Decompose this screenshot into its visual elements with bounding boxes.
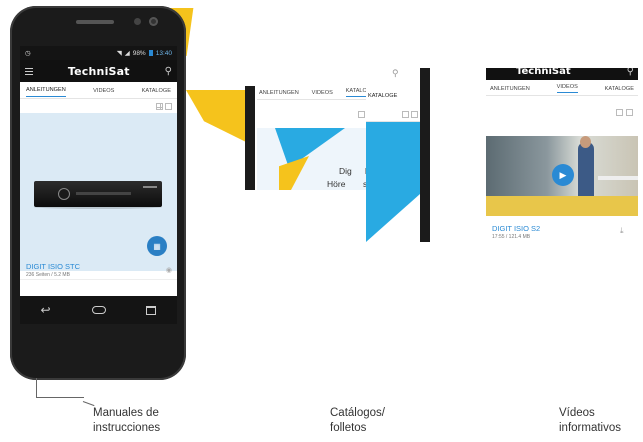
list-view-icon[interactable]	[626, 109, 633, 116]
video-screen-fragment: TechniSat ⚲ ANLEITUNGEN VIDEOS KATALOGE …	[486, 68, 638, 242]
video-app-bar: TechniSat ⚲	[486, 68, 638, 80]
receiver-device-image	[34, 181, 162, 207]
video-thumbnail[interactable]: ▶	[486, 136, 638, 216]
video-phone-bezel	[420, 68, 430, 242]
clock: 13:40	[155, 49, 172, 57]
signal-icon: ◢	[124, 50, 130, 57]
catalog-phone-bezel	[245, 86, 255, 190]
tab-videos[interactable]: VIDEOS	[312, 90, 333, 96]
caption-manuals: Manuales de instrucciones	[93, 407, 161, 434]
earpiece-speaker	[76, 20, 114, 24]
grid-view-icon[interactable]	[402, 111, 409, 118]
catalog-headline-1: Dig	[339, 166, 352, 176]
grid-view-icon[interactable]	[358, 111, 365, 118]
search-icon[interactable]: ⚲	[392, 68, 399, 79]
main-phone: ◷ ◥ ◢ 98% 13:40 TechniSat ⚲ ANLEITUNGEN …	[10, 6, 186, 380]
view-toggle-bar	[20, 99, 177, 113]
navigation-bar: ↩	[20, 296, 177, 324]
home-icon[interactable]	[91, 306, 106, 314]
brand-logo: TechniSat	[516, 68, 571, 77]
battery-icon	[148, 50, 153, 56]
caption-catalogs: Catálogos/ folletos	[330, 407, 385, 434]
device-display	[76, 192, 131, 195]
catalog-tabs: ANLEITUNGEN VIDEOS KATALOGE	[257, 86, 377, 100]
battery-percent: 98%	[132, 49, 146, 57]
category-tabs: ANLEITUNGEN VIDEOS KATALOGE	[20, 82, 177, 99]
presenter-figure	[578, 142, 594, 204]
back-icon[interactable]: ↩	[40, 303, 50, 317]
tab-anleitungen[interactable]: ANLEITUNGEN	[490, 86, 530, 92]
tab-kataloge[interactable]: KATALOGE	[605, 86, 634, 92]
device-knob	[58, 188, 70, 200]
video-title[interactable]: DIGIT ISIO S2	[492, 224, 540, 233]
device-logo	[143, 186, 157, 188]
video-meta: 17:55 / 121.4 MB	[492, 234, 531, 240]
app-screen: ◷ ◥ ◢ 98% 13:40 TechniSat ⚲ ANLEITUNGEN …	[20, 46, 177, 324]
tab-videos[interactable]: VIDEOS	[556, 84, 578, 93]
catalog-headline-2: Höre	[327, 179, 346, 189]
phone-edge-slice: KATALOGE ⚲	[366, 68, 430, 242]
tab-kataloge[interactable]: KATALOGE	[142, 84, 171, 97]
recents-icon[interactable]	[146, 305, 157, 315]
list-view-icon[interactable]	[411, 111, 418, 118]
search-icon[interactable]: ⚲	[165, 66, 172, 77]
caption-pointer-vertical	[36, 378, 37, 398]
qr-code-icon: ▦	[153, 241, 161, 251]
video-tabs: ANLEITUNGEN VIDEOS KATALOGE	[486, 82, 638, 96]
item-title[interactable]: DIGIT ISIO STC	[26, 262, 80, 271]
caption-pointer-horizontal	[36, 397, 84, 398]
yellow-stand	[486, 196, 638, 216]
play-icon: ▶	[559, 169, 567, 180]
tab-anleitungen[interactable]: ANLEITUNGEN	[259, 90, 299, 96]
item-meta: 236 Seiten / 5.2 MB	[26, 272, 70, 278]
tab-anleitungen[interactable]: ANLEITUNGEN	[26, 83, 66, 97]
demo-table	[598, 176, 638, 180]
list-view-icon[interactable]	[165, 102, 172, 110]
status-indicators: ◥ ◢ 98% 13:40	[116, 49, 172, 58]
grid-view-icon[interactable]	[156, 102, 163, 110]
cyan-graphic	[366, 122, 420, 242]
search-icon[interactable]: ⚲	[627, 68, 634, 77]
tab-kataloge[interactable]: KATALOGE	[368, 93, 397, 99]
presenter-head	[580, 136, 591, 148]
tab-videos[interactable]: VIDEOS	[93, 84, 114, 97]
front-camera	[149, 17, 158, 26]
alarm-icon: ◷	[25, 50, 31, 57]
wifi-icon: ◥	[116, 50, 122, 57]
proximity-sensor	[134, 18, 141, 25]
download-icon[interactable]: ⤓	[620, 226, 624, 236]
app-bar: TechniSat ⚲	[20, 60, 177, 82]
status-bar: ◷ ◥ ◢ 98% 13:40	[20, 46, 177, 60]
yellow-accent-middle	[186, 90, 246, 142]
catalog-screen-fragment: ANLEITUNGEN VIDEOS KATALOGE Dig ler Höre…	[245, 86, 377, 190]
divider	[20, 279, 177, 280]
qr-scan-button[interactable]: ▦	[147, 236, 167, 256]
caption-videos: Vídeos informativos	[559, 407, 621, 434]
grid-view-icon[interactable]	[616, 109, 623, 116]
brand-logo: TechniSat	[67, 64, 130, 78]
play-button[interactable]: ▶	[552, 164, 574, 186]
hamburger-menu-icon[interactable]	[25, 67, 33, 75]
eye-icon[interactable]: ◉	[166, 266, 172, 274]
